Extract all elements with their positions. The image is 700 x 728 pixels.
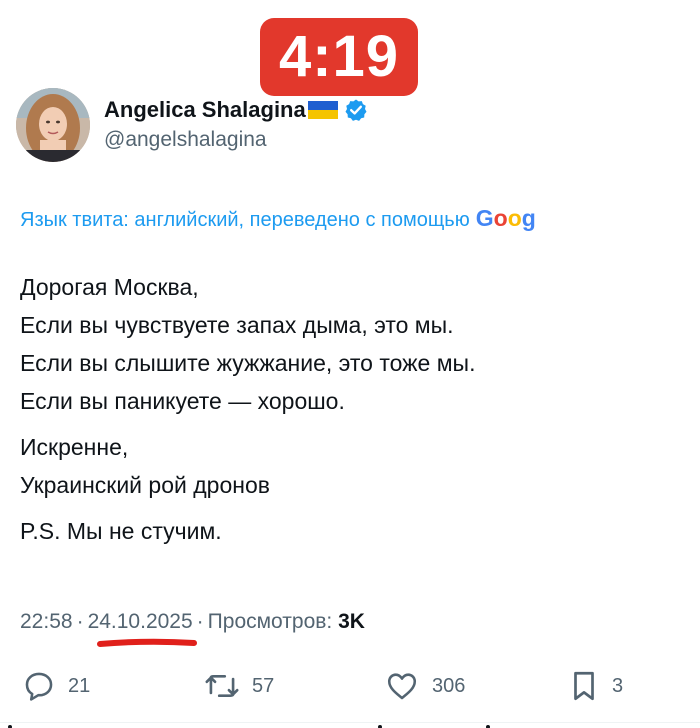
timer-badge: 4:19: [260, 18, 418, 96]
avatar[interactable]: [16, 88, 90, 162]
views-label: Просмотров:: [207, 610, 333, 633]
retweet-count: 57: [252, 674, 275, 697]
bookmark-count: 3: [612, 674, 624, 697]
tweet-meta: 22:58 · 24.10.2025 · Просмотров: 3K: [20, 610, 365, 634]
meta-separator: ·: [76, 610, 84, 633]
bookmark-icon: [574, 671, 594, 701]
tweet-time[interactable]: 22:58: [20, 610, 73, 633]
google-logo: Goog: [475, 205, 536, 231]
tweet-line: P.S. Мы не стучим.: [20, 518, 222, 544]
tweet-paragraph: Искренне, Украинский рой дронов: [20, 428, 680, 504]
action-bar: 21 57 306 3: [0, 668, 700, 704]
reply-icon: [25, 672, 53, 701]
tweet-line: Если вы паникуете — хорошо.: [20, 388, 345, 414]
translation-text[interactable]: Язык твита: английский, переведено с пом…: [20, 209, 470, 231]
tweet-line: Если вы чувствуете запах дыма, это мы.: [20, 312, 454, 338]
views-count[interactable]: 3K: [338, 610, 365, 633]
next-content-edge: [0, 722, 700, 728]
tweet-line: Если вы слышите жужжание, это тоже мы.: [20, 350, 476, 376]
heart-icon: [387, 673, 417, 700]
tweet-text: Дорогая Москва, Если вы чувствуете запах…: [20, 268, 680, 558]
reply-button[interactable]: 21: [22, 668, 90, 704]
tweet-line: Дорогая Москва,: [20, 274, 199, 300]
red-underline-annotation: [97, 638, 197, 647]
tweet-date[interactable]: 24.10.2025: [88, 610, 193, 633]
retweet-icon: [205, 674, 239, 698]
like-button[interactable]: 306: [384, 668, 465, 704]
bookmark-button[interactable]: 3: [568, 668, 623, 704]
reply-count: 21: [68, 674, 91, 697]
ukraine-flag-icon: [307, 101, 338, 119]
retweet-button[interactable]: 57: [204, 668, 274, 704]
tweet-paragraph: P.S. Мы не стучим.: [20, 512, 680, 550]
meta-separator: ·: [196, 610, 204, 633]
tweet-line: Украинский рой дронов: [20, 472, 270, 498]
translation-notice[interactable]: Язык твита: английский, переведено с пом…: [20, 205, 700, 232]
like-count: 306: [432, 674, 466, 697]
tweet-paragraph: Дорогая Москва, Если вы чувствуете запах…: [20, 268, 680, 420]
verified-badge-icon: [345, 99, 367, 121]
author-name-row[interactable]: Angelica Shalagina: [104, 94, 368, 126]
author-handle[interactable]: @angelshalagina: [104, 128, 267, 152]
author-name[interactable]: Angelica Shalagina: [104, 97, 306, 123]
avatar-image: [16, 88, 90, 162]
tweet-line: Искренне,: [20, 434, 129, 460]
